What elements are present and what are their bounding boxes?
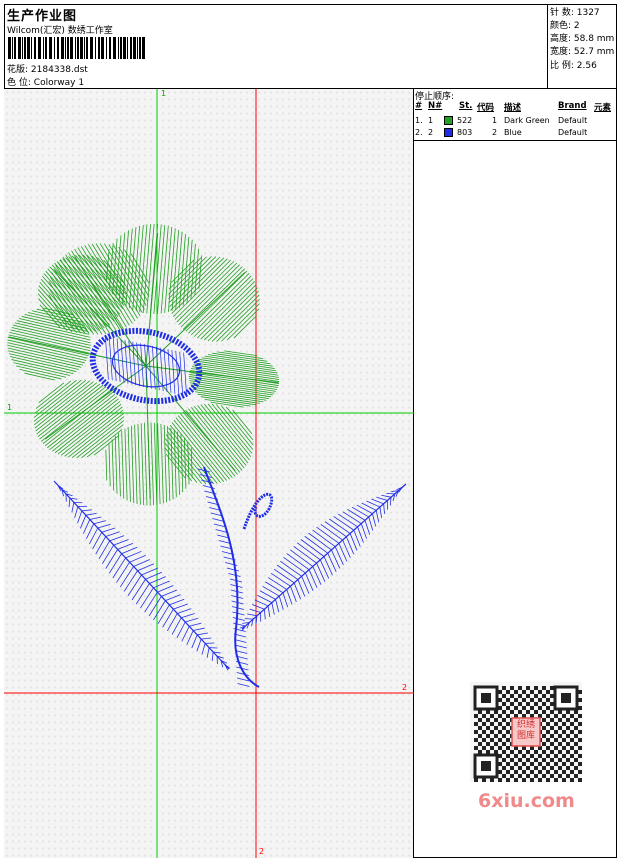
col-brand: Brand xyxy=(558,101,587,111)
flower-petals xyxy=(7,223,280,506)
file-value: 2184338.dst xyxy=(30,65,88,75)
color-count: 颜色: 2 xyxy=(550,21,580,31)
flower-stem-and-leaves xyxy=(53,466,407,688)
header: 生产作业图 Wilcom(汇宏) 数绣工作室 花版: 2184338.dst 色… xyxy=(4,4,617,89)
red-axis-right-label: 2 xyxy=(402,683,408,692)
green-axis-top-label: 1 xyxy=(161,89,167,98)
barcode-icon xyxy=(8,37,145,59)
row-needle: 1 xyxy=(428,116,434,125)
file-label: 花版: xyxy=(7,65,29,75)
design-width: 宽度: 52.7 mm xyxy=(550,47,615,57)
colorway-info: 色 位: Colorway 1 xyxy=(7,75,84,88)
embroidery-preview xyxy=(4,89,414,858)
row-description: Blue xyxy=(504,128,522,137)
design-stats: 针 数: 1327 颜色: 2 高度: 58.8 mm 宽度: 52.7 mm … xyxy=(547,4,617,88)
row-stitches: 803 xyxy=(457,128,473,137)
col-description: 描述 xyxy=(504,103,522,113)
stop-sequence-panel: 停止顺序: # N# St. 代码 描述 Brand 元素 1. 1 522 1… xyxy=(414,89,617,141)
col-element: 元素 xyxy=(594,103,612,113)
colorway-value: Colorway 1 xyxy=(33,78,85,88)
colorway-label: 色 位: xyxy=(7,78,31,88)
design-ratio: 比 例: 2.56 xyxy=(550,61,597,71)
row-code: 2 xyxy=(492,128,498,137)
row-needle: 2 xyxy=(428,128,434,137)
color-swatch xyxy=(444,116,453,125)
row-brand: Default xyxy=(558,128,588,137)
green-axis-left-label: 1 xyxy=(7,403,13,412)
row-index: 2. xyxy=(415,128,423,137)
row-code: 1 xyxy=(492,116,498,125)
col-code: 代码 xyxy=(477,103,495,113)
studio-name: Wilcom(汇宏) 数绣工作室 xyxy=(7,26,113,36)
qr-stamp: 织绣图库 xyxy=(516,720,535,741)
row-index: 1. xyxy=(415,116,423,125)
col-index: # xyxy=(415,101,423,111)
row-stitches: 522 xyxy=(457,116,473,125)
stitch-count: 针 数: 1327 xyxy=(550,8,600,18)
row-brand: Default xyxy=(558,116,588,125)
qr-code: 织绣图库 xyxy=(470,682,582,782)
col-needle: N# xyxy=(428,101,443,111)
red-axis-bottom-label: 2 xyxy=(259,847,265,856)
flower-center xyxy=(89,327,203,405)
row-description: Dark Green xyxy=(504,116,550,125)
color-swatch xyxy=(444,128,453,137)
col-stitches: St. xyxy=(459,101,473,111)
page-title: 生产作业图 xyxy=(7,9,78,24)
design-height: 高度: 58.8 mm xyxy=(550,34,615,44)
design-canvas[interactable]: 1 1 2 2 xyxy=(4,89,414,858)
file-info: 花版: 2184338.dst xyxy=(7,62,88,75)
watermark: 6xiu.com xyxy=(478,790,575,812)
